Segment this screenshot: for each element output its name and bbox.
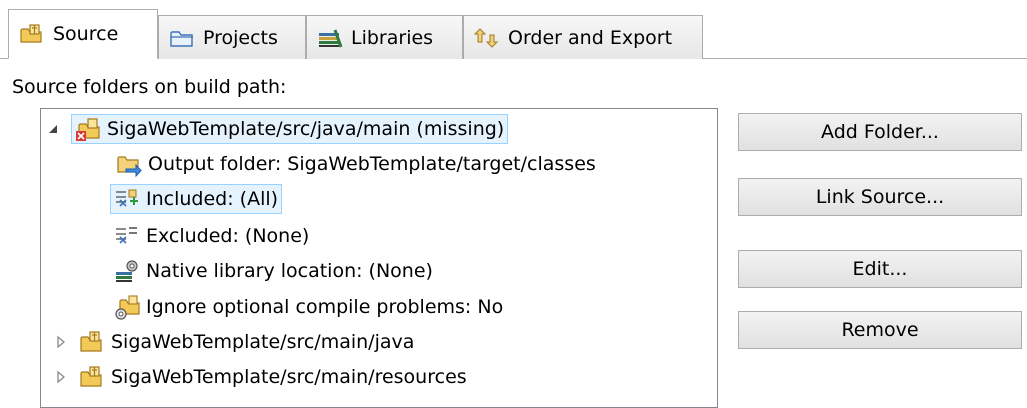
tree-item-source-folder-java[interactable]: SigaWebTemplate/src/main/java [57,327,415,357]
collapsed-arrow-icon[interactable] [53,369,69,385]
tree-item-label: Included: (All) [146,188,279,210]
source-folders-label: Source folders on build path: [12,76,287,98]
native-library-icon [116,260,138,282]
inclusion-filter-icon [116,189,138,207]
tree-item-label: SigaWebTemplate/src/java/main (missing) [107,118,505,140]
edit-button[interactable]: Edit... [738,250,1022,288]
build-path-tab-strip: Source Projects Libraries Order and Expo… [0,0,1027,60]
tab-source-label: Source [53,23,119,45]
tree-item-included[interactable]: Included: (All) [110,184,283,214]
tree-item-excluded[interactable]: Excluded: (None) [114,221,309,251]
tab-source[interactable]: Source [8,9,158,59]
source-folder-icon [20,24,42,43]
tab-projects-label: Projects [203,26,278,49]
collapsed-arrow-icon[interactable] [53,334,69,350]
tree-item-label: Ignore optional compile problems: No [146,296,504,318]
missing-source-folder-icon [76,118,100,141]
tree-item-label: Excluded: (None) [146,225,310,247]
source-folder-icon [80,331,102,352]
ignore-problems-icon [115,295,140,320]
source-folders-tree[interactable]: SigaWebTemplate/src/java/main (missing) … [40,108,718,408]
tree-item-label: SigaWebTemplate/src/main/java [111,331,415,353]
remove-button[interactable]: Remove [738,311,1022,349]
tree-item-missing-source-folder[interactable]: SigaWebTemplate/src/java/main (missing) [49,114,509,144]
tree-item-label: Output folder: SigaWebTemplate/target/cl… [148,153,596,175]
tree-item-ignore-problems[interactable]: Ignore optional compile problems: No [114,292,503,322]
output-folder-icon [117,156,142,177]
order-export-icon [474,27,499,48]
expanded-arrow-icon[interactable] [45,121,61,137]
projects-icon [170,30,193,47]
tab-libraries-label: Libraries [351,26,434,49]
tree-item-output-folder[interactable]: Output folder: SigaWebTemplate/target/cl… [116,149,596,179]
tree-item-label: Native library location: (None) [146,260,433,282]
tree-item-native-library[interactable]: Native library location: (None) [114,256,433,286]
tab-order-and-export-label: Order and Export [508,26,673,49]
tab-order-and-export[interactable]: Order and Export [463,15,703,59]
add-folder-button[interactable]: Add Folder... [738,113,1022,151]
libraries-icon [319,29,343,47]
tab-libraries[interactable]: Libraries [306,15,463,59]
exclusion-filter-icon [116,227,137,244]
source-folder-icon [80,366,102,387]
tree-item-source-folder-resources[interactable]: SigaWebTemplate/src/main/resources [57,362,467,392]
tree-item-label: SigaWebTemplate/src/main/resources [111,366,467,388]
link-source-button[interactable]: Link Source... [738,178,1022,216]
tab-projects[interactable]: Projects [158,15,306,59]
